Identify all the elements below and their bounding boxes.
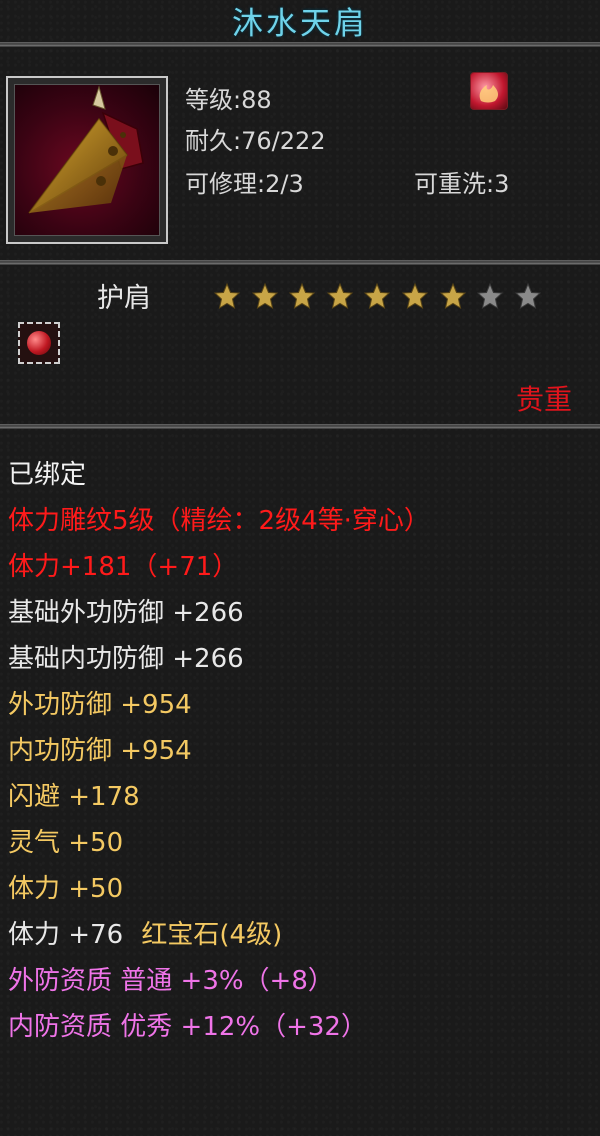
header-divider [0,260,600,265]
star-icon-6 [401,282,429,310]
flame-icon [479,85,499,103]
rarity-label: 贵重 [515,383,572,416]
gem-name: 红宝石(4级) [141,920,283,950]
gem-socket-icon[interactable] [18,322,60,364]
spirit-attribute: 灵气 +50 [8,828,124,858]
item-repairable: 可修理:2/3 [185,170,304,198]
item-icon-background [14,84,160,236]
shoulder-pauldron-icon [28,85,144,214]
stamina-bonus-attribute: 体力+181（+71） [8,552,239,582]
bound-status: 已绑定 [8,460,87,490]
star-icon-1 [213,282,241,310]
external-defense: 外功防御 +954 [8,690,192,720]
item-type-name: 护肩 [97,283,151,314]
red-gem-icon [27,331,51,355]
gem-stat: 体力 +76 [8,920,124,950]
internal-quality: 内防资质 优秀 +12%（+32） [8,1012,367,1042]
star-icon-9-empty [514,282,541,310]
internal-defense: 内功防御 +954 [8,736,192,766]
base-external-defense: 基础外功防御 +266 [8,598,244,628]
item-title: 沐水天肩 [232,6,368,42]
gem-attribute: 体力 +76 红宝石(4级) [8,914,282,951]
dodge-attribute: 闪避 +178 [8,782,140,812]
item-tooltip-panel: 沐水天肩 等级:88 耐久:76/222 可修理:2/3 可重洗:3 护肩 贵重… [0,0,600,1136]
external-quality: 外防资质 普通 +3%（+8） [8,966,334,996]
attributes-divider [0,424,600,429]
star-icon-4 [326,282,353,310]
item-durability: 耐久:76/222 [185,127,326,155]
item-icon-frame[interactable] [6,76,168,244]
base-internal-defense: 基础内功防御 +266 [8,644,244,674]
engraving-attribute: 体力雕纹5级（精绘：2级4等·穿心） [8,506,430,536]
flame-badge-icon [470,72,508,110]
star-rating [213,282,546,310]
star-icon-3 [288,282,316,310]
item-rewashable: 可重洗:3 [414,170,510,198]
title-divider [0,42,600,47]
star-icon-7 [439,282,466,310]
stamina-attribute: 体力 +50 [8,874,124,904]
star-icon-2 [251,282,278,310]
item-level: 等级:88 [185,86,272,114]
star-icon-5 [364,282,391,310]
star-icon-8-empty [476,282,504,310]
